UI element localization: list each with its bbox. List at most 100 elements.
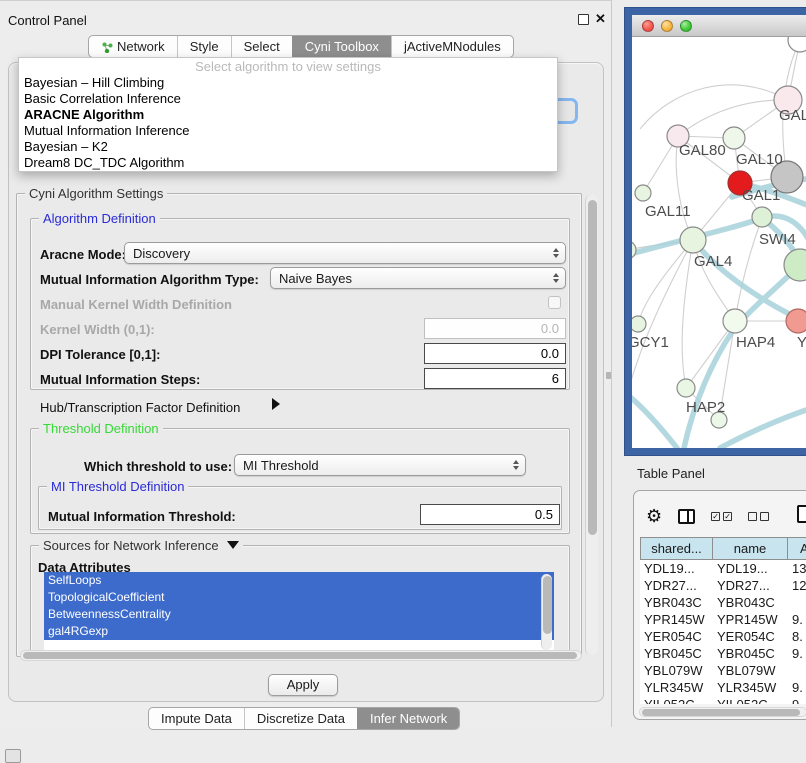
- algorithm-option[interactable]: Mutual Information Inference: [19, 123, 557, 139]
- node-label: GAL4: [694, 253, 732, 270]
- algorithm-dropdown-popup: Select algorithm to view settings Bayesi…: [18, 57, 558, 172]
- control-panel-titlebar: Control Panel: [0, 0, 612, 24]
- deselect-all-checks-icon[interactable]: [748, 512, 769, 521]
- minimize-traffic-light-icon[interactable]: [661, 20, 673, 32]
- tab-discretize-data[interactable]: Discretize Data: [244, 708, 357, 729]
- apply-button[interactable]: Apply: [268, 674, 338, 696]
- node-swi4[interactable]: [752, 207, 772, 227]
- zoom-traffic-light-icon[interactable]: [680, 20, 692, 32]
- table-row[interactable]: YPR145WYPR145W9.: [640, 611, 806, 628]
- tab-select[interactable]: Select: [231, 36, 292, 57]
- tab-jactivemnodules[interactable]: jActiveMNodules: [391, 36, 513, 57]
- attribute-item[interactable]: SelfLoops: [44, 572, 554, 589]
- network-window-titlebar[interactable]: [632, 15, 806, 37]
- panel-divider-handle[interactable]: [606, 372, 611, 379]
- mi-threshold-legend: MI Threshold Definition: [47, 479, 188, 494]
- algorithm-option-selected[interactable]: ARACNE Algorithm: [19, 107, 557, 123]
- table-horizontal-scrollbar[interactable]: [639, 707, 806, 717]
- manual-kernel-checkbox[interactable]: [548, 296, 561, 309]
- node-gal4[interactable]: [680, 227, 706, 253]
- node-unlabeled[interactable]: [788, 37, 806, 52]
- export-table-icon[interactable]: [797, 505, 806, 523]
- table-row[interactable]: YLR345WYLR345W9.: [640, 679, 806, 696]
- which-threshold-combo[interactable]: MI Threshold: [234, 454, 526, 476]
- network-canvas[interactable]: GAL GAL80 GAL10 GAL1 SWI4 GAL11 GAL4 GCY…: [632, 37, 806, 448]
- hub-definition-label: Hub/Transcription Factor Definition: [40, 400, 240, 415]
- node-label: Y: [797, 334, 806, 351]
- cyni-settings-legend: Cyni Algorithm Settings: [25, 186, 167, 201]
- data-attributes-list: SelfLoops TopologicalCoefficient Between…: [44, 572, 554, 652]
- mi-threshold-label: Mutual Information Threshold:: [48, 509, 236, 524]
- combo-stepper-icon: [553, 273, 561, 283]
- algorithm-option[interactable]: Bayesian – K2: [19, 139, 557, 155]
- aracne-mode-combo[interactable]: Discovery: [124, 242, 566, 264]
- tab-impute-data[interactable]: Impute Data: [149, 708, 244, 729]
- combo-stepper-icon: [513, 460, 521, 470]
- column-header-partial[interactable]: A: [788, 537, 806, 560]
- table-panel-title: Table Panel: [637, 466, 705, 481]
- mi-steps-field[interactable]: 6: [424, 368, 566, 389]
- attribute-item[interactable]: BetweennessCentrality: [44, 606, 554, 623]
- tab-network-label: Network: [117, 39, 165, 54]
- attribute-item[interactable]: gal4RGexp: [44, 623, 554, 640]
- algorithm-option[interactable]: Dream8 DC_TDC Algorithm: [19, 155, 557, 171]
- node-label: HAP2: [686, 399, 725, 416]
- column-header-name[interactable]: name: [713, 537, 788, 560]
- node-edge-left[interactable]: [632, 241, 636, 259]
- node-gcy1[interactable]: [632, 316, 646, 332]
- algorithm-option[interactable]: Basic Correlation Inference: [19, 91, 557, 107]
- node-gal10[interactable]: [723, 127, 745, 149]
- kernel-width-label: Kernel Width (0,1):: [40, 322, 155, 337]
- node-label: GAL: [779, 107, 806, 124]
- mi-threshold-field[interactable]: 0.5: [420, 504, 560, 525]
- node-hap4[interactable]: [723, 309, 747, 333]
- table-row[interactable]: YBR043CYBR043C: [640, 594, 806, 611]
- threshold-definition-legend: Threshold Definition: [39, 421, 163, 436]
- table-header-row: shared... name A: [640, 537, 806, 560]
- table-row[interactable]: YBR045CYBR045C9.: [640, 645, 806, 662]
- node-salmon[interactable]: [786, 309, 806, 333]
- attribute-item[interactable]: TopologicalCoefficient: [44, 589, 554, 606]
- settings-vertical-scrollbar[interactable]: [585, 195, 598, 655]
- aracne-mode-label: Aracne Mode:: [40, 247, 126, 262]
- table-row[interactable]: YIL052CYIL052C9: [640, 696, 806, 704]
- close-traffic-light-icon[interactable]: [642, 20, 654, 32]
- columns-icon[interactable]: [678, 509, 695, 524]
- network-tab-icon: [101, 41, 113, 53]
- settings-horizontal-scrollbar[interactable]: [20, 650, 582, 661]
- tab-network[interactable]: Network: [89, 36, 177, 57]
- attributes-scrollbar[interactable]: [541, 574, 552, 650]
- close-icon[interactable]: ✕: [595, 11, 606, 27]
- tab-infer-network[interactable]: Infer Network: [357, 708, 459, 729]
- node-label: GAL10: [736, 151, 783, 168]
- float-window-icon[interactable]: [578, 14, 589, 25]
- table-row[interactable]: YDL19...YDL19...13: [640, 560, 806, 577]
- gear-icon[interactable]: ⚙: [646, 507, 662, 525]
- network-view-window: GAL GAL80 GAL10 GAL1 SWI4 GAL11 GAL4 GCY…: [625, 8, 806, 455]
- hub-expand-arrow-icon[interactable]: [272, 398, 280, 410]
- kernel-width-field[interactable]: 0.0: [424, 318, 566, 339]
- mi-type-combo[interactable]: Naive Bayes: [270, 267, 566, 289]
- sources-collapse-arrow-icon[interactable]: [227, 541, 239, 549]
- mi-type-label: Mutual Information Algorithm Type:: [40, 272, 259, 287]
- table-row[interactable]: YBL079WYBL079W: [640, 662, 806, 679]
- node-hap2[interactable]: [677, 379, 695, 397]
- node-label: HAP4: [736, 334, 775, 351]
- column-header-shared-name[interactable]: shared...: [640, 537, 713, 560]
- sources-legend: Sources for Network Inference: [39, 538, 243, 553]
- cyni-bottom-tabs: Impute Data Discretize Data Infer Networ…: [148, 707, 460, 730]
- table-row[interactable]: YDR27...YDR27...12: [640, 577, 806, 594]
- table-panel-window: ⚙ ✓ ✓ shared... name A YDL19...YDL19...1…: [633, 490, 806, 720]
- bottom-left-mini-button[interactable]: [5, 749, 21, 763]
- tab-style[interactable]: Style: [177, 36, 231, 57]
- algorithm-option[interactable]: Bayesian – Hill Climbing: [19, 75, 557, 91]
- table-row[interactable]: YER054CYER054C8.: [640, 628, 806, 645]
- node-label: GCY1: [632, 334, 669, 351]
- tab-cyni-toolbox[interactable]: Cyni Toolbox: [292, 36, 391, 57]
- select-all-checks-icon[interactable]: ✓ ✓: [711, 512, 732, 521]
- algorithm-definition-legend: Algorithm Definition: [39, 211, 160, 226]
- which-threshold-label: Which threshold to use:: [84, 459, 232, 474]
- control-panel-title: Control Panel: [8, 13, 87, 28]
- node-gal11[interactable]: [635, 185, 651, 201]
- dpi-tolerance-field[interactable]: 0.0: [424, 343, 566, 364]
